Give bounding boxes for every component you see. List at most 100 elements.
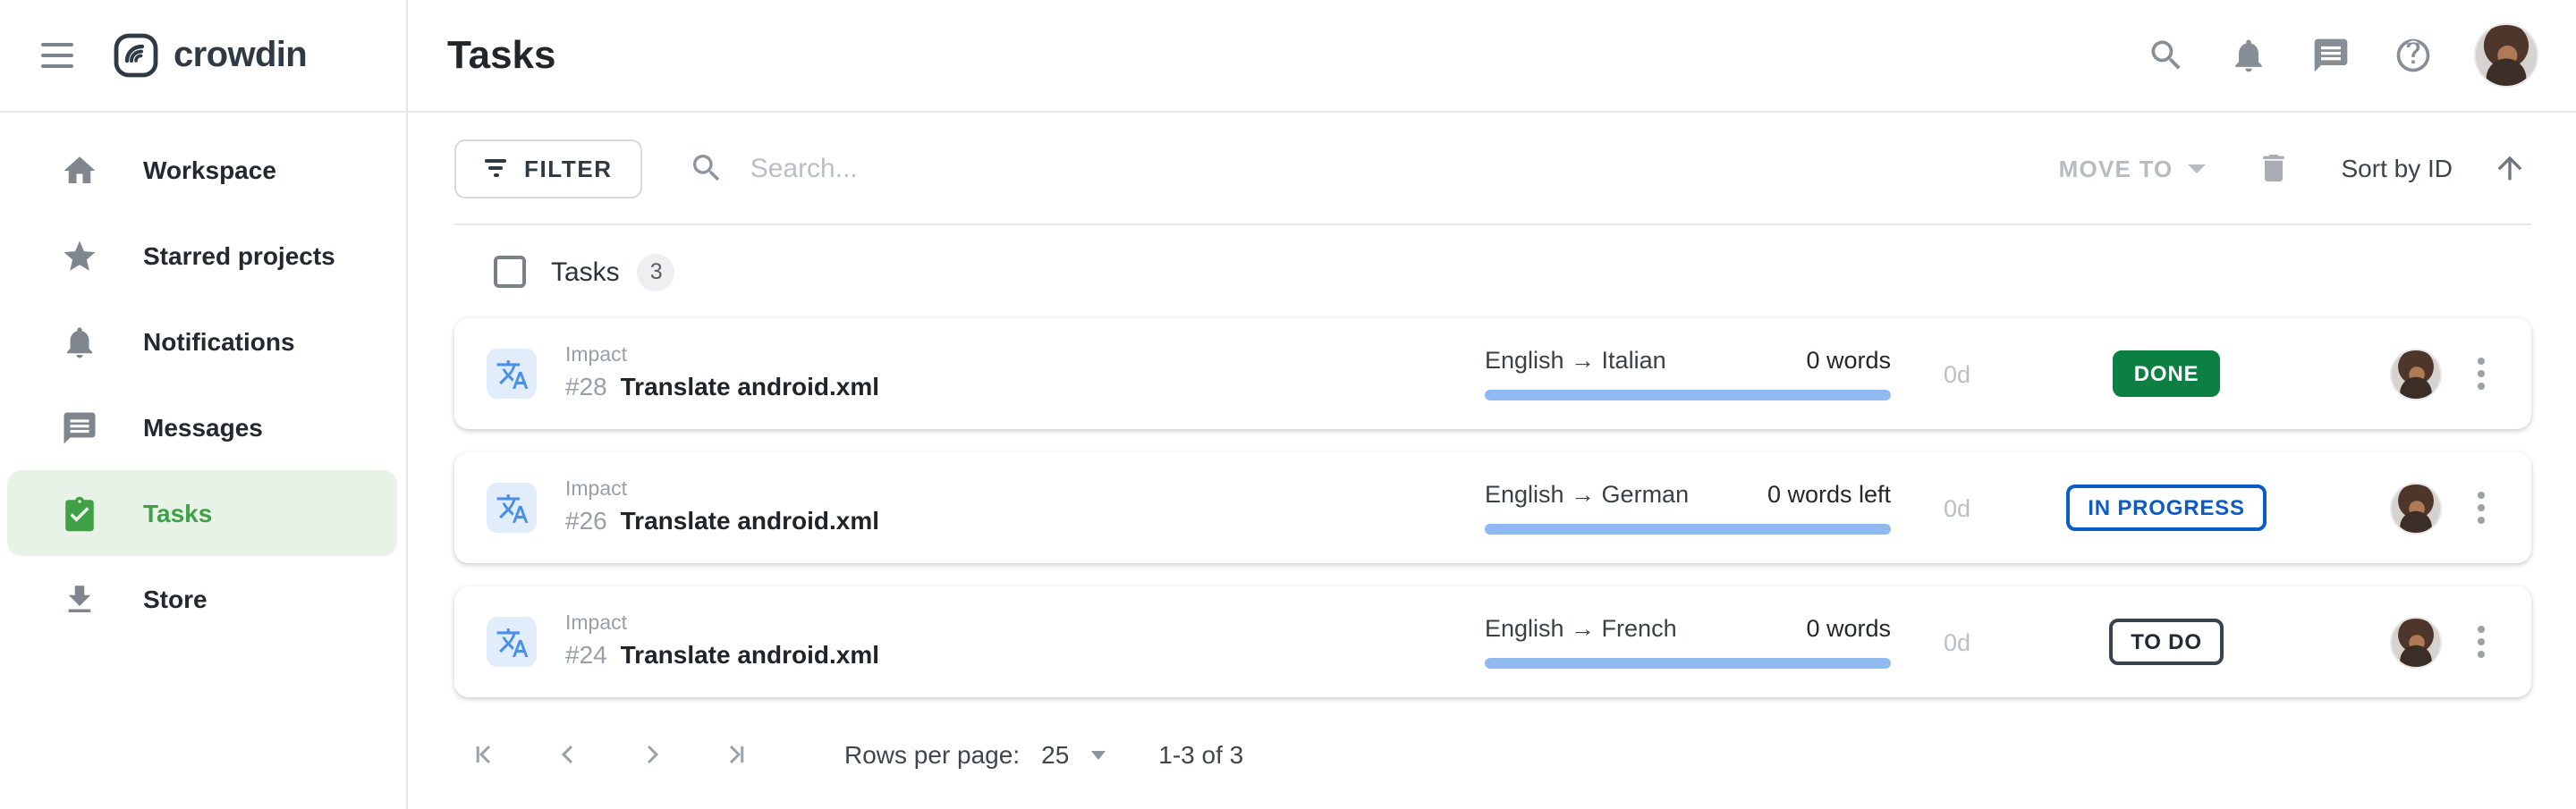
progress-bar-fill (1485, 524, 1891, 535)
task-status-col: IN PROGRESS (2023, 485, 2309, 531)
app-body: Workspace Starred projects Notifications… (0, 113, 2576, 809)
task-info: Impact #28 Translate android.xml (565, 344, 1485, 403)
top-bar-main: Tasks (408, 0, 2576, 111)
sidebar-item-label: Notifications (143, 327, 295, 356)
user-avatar[interactable] (2474, 23, 2538, 88)
sort-direction-arrow-up-icon[interactable] (2488, 147, 2531, 190)
rows-per-page-label: Rows per page: (844, 740, 1020, 769)
first-page-icon[interactable] (458, 726, 515, 783)
brand-name: crowdin (174, 35, 307, 76)
task-language-block: English → Italian 0 words (1485, 347, 1891, 400)
help-icon[interactable] (2392, 34, 2435, 77)
translate-icon (487, 483, 537, 533)
sidebar-item-label: Starred projects (143, 241, 335, 270)
sort-by-button[interactable]: Sort by ID (2342, 154, 2453, 182)
task-title: Translate android.xml (621, 371, 879, 400)
sidebar-item-starred-projects[interactable]: Starred projects (7, 213, 397, 299)
task-id: #24 (565, 639, 607, 668)
list-header: Tasks 3 (454, 225, 2531, 318)
task-language-block: English → German 0 words left (1485, 481, 1891, 535)
messages-icon[interactable] (2309, 34, 2352, 77)
crowdin-logo[interactable]: crowdin (113, 32, 307, 79)
tasks-count-badge: 3 (638, 253, 675, 291)
task-row[interactable]: Impact #24 Translate android.xml English… (454, 586, 2531, 697)
search-box (690, 150, 2059, 186)
home-icon (61, 151, 98, 189)
star-icon (61, 237, 98, 274)
progress-bar (1485, 524, 1891, 535)
task-assignee-col (2309, 348, 2463, 400)
task-words: 0 words (1806, 347, 1891, 374)
task-id: #28 (565, 371, 607, 400)
hamburger-menu-icon[interactable] (30, 32, 84, 79)
task-due: 0d (1891, 628, 2023, 655)
top-bar-left: crowdin (0, 0, 408, 111)
page-title: Tasks (447, 32, 2145, 79)
chevron-down-icon (1090, 750, 1105, 759)
sidebar-item-store[interactable]: Store (7, 556, 397, 642)
task-title: Translate android.xml (621, 505, 879, 534)
crowdin-logo-icon (113, 32, 159, 79)
task-info: Impact #24 Translate android.xml (565, 612, 1485, 671)
filter-button[interactable]: FILTER (454, 139, 643, 198)
task-words: 0 words (1806, 615, 1891, 642)
filter-icon (485, 159, 506, 177)
progress-bar-fill (1485, 390, 1891, 400)
task-project: Impact (565, 344, 1485, 366)
sidebar-item-label: Messages (143, 413, 263, 442)
task-due: 0d (1891, 360, 2023, 387)
tasks-toolbar: FILTER MOVE TO Sort by ID (454, 113, 2531, 225)
sidebar-item-label: Store (143, 585, 208, 613)
search-input[interactable] (747, 151, 1498, 185)
move-to-label: MOVE TO (2059, 155, 2174, 181)
assignee-avatar (2390, 348, 2442, 400)
rows-per-page-select[interactable]: 25 (1041, 740, 1105, 769)
task-status-col: TO DO (2023, 619, 2309, 665)
task-id: #26 (565, 505, 607, 534)
more-menu-icon[interactable] (2463, 619, 2499, 665)
sidebar-item-label: Workspace (143, 156, 276, 184)
assignee-avatar (2390, 616, 2442, 668)
assignee-avatar (2390, 482, 2442, 534)
sidebar-item-messages[interactable]: Messages (7, 384, 397, 470)
top-bar: crowdin Tasks (0, 0, 2576, 113)
download-icon (61, 580, 98, 618)
task-assignee-col (2309, 616, 2463, 668)
task-list: Impact #28 Translate android.xml English… (454, 318, 2531, 697)
rows-per-page-value: 25 (1041, 740, 1069, 769)
pagination: Rows per page: 25 1-3 of 3 (454, 726, 2531, 783)
task-project: Impact (565, 478, 1485, 500)
next-page-icon[interactable] (623, 726, 680, 783)
notifications-icon[interactable] (2227, 34, 2270, 77)
task-language-block: English → French 0 words (1485, 615, 1891, 669)
status-badge: TO DO (2109, 619, 2224, 665)
task-row[interactable]: Impact #26 Translate android.xml English… (454, 452, 2531, 563)
previous-page-icon[interactable] (540, 726, 597, 783)
progress-bar (1485, 390, 1891, 400)
more-menu-icon[interactable] (2463, 350, 2499, 397)
list-title: Tasks (551, 257, 620, 287)
sidebar-item-workspace[interactable]: Workspace (7, 127, 397, 213)
progress-bar (1485, 658, 1891, 669)
message-icon (61, 409, 98, 446)
sidebar-item-tasks[interactable]: Tasks (7, 470, 397, 556)
task-row[interactable]: Impact #28 Translate android.xml English… (454, 318, 2531, 429)
task-language-pair: English → German (1485, 481, 1689, 508)
select-all-checkbox[interactable] (494, 256, 526, 288)
clipboard-check-icon (61, 494, 98, 532)
progress-bar-fill (1485, 658, 1891, 669)
search-icon[interactable] (2145, 34, 2188, 77)
more-menu-icon[interactable] (2463, 485, 2499, 531)
search-icon (690, 150, 725, 186)
task-project: Impact (565, 612, 1485, 634)
pagination-range: 1-3 of 3 (1158, 740, 1243, 769)
top-bar-icons (2145, 23, 2538, 88)
task-status-col: DONE (2023, 350, 2309, 397)
task-assignee-col (2309, 482, 2463, 534)
sidebar-item-notifications[interactable]: Notifications (7, 299, 397, 384)
last-page-icon[interactable] (705, 726, 762, 783)
task-words: 0 words left (1767, 481, 1891, 508)
delete-icon[interactable] (2252, 147, 2295, 190)
task-info: Impact #26 Translate android.xml (565, 478, 1485, 537)
move-to-button[interactable]: MOVE TO (2059, 155, 2206, 181)
